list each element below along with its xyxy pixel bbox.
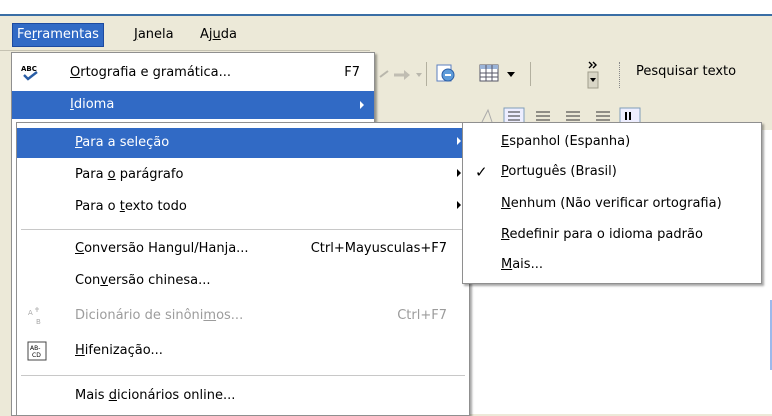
svg-text:B: B [36,318,41,326]
hyphenation-icon: AB- CD [27,341,47,361]
language-submenu: Para a seleção Para o parágrafo Para o t… [16,122,470,416]
menu-item-for-all-text[interactable]: Para o texto todo [17,192,469,222]
redo-arrow-icon[interactable] [378,64,424,84]
menu-item-portuguese-brazil[interactable]: ✓ Português (Brasil) [463,157,761,187]
table-dropdown-icon[interactable] [506,70,516,78]
spellcheck-icon: ABC [21,65,38,81]
menu-item-for-paragraph[interactable]: Para o parágrafo [17,160,469,190]
spelling-shortcut: F7 [344,65,360,80]
menu-item-spelling[interactable]: ABC Ortografia e gramática... F7 [12,59,374,87]
menu-item-hyphenation[interactable]: AB- CD Hifenização... [17,336,469,366]
menu-item-chinese-conversion[interactable]: Conversão chinesa... [17,266,469,296]
table-icon[interactable] [478,62,502,84]
submenu-arrow-icon [457,169,461,177]
menu-bar: Ferramentas Janela Ajuda [0,16,772,51]
menu-item-no-spellcheck[interactable]: Nenhum (Não verificar ortografia) [463,189,761,219]
submenu-arrow-icon [457,137,461,145]
menu-ferramentas[interactable]: Ferramentas [12,23,104,47]
thesaurus-shortcut: Ctrl+F7 [397,308,447,323]
svg-text:A: A [28,309,33,317]
toolbar-grip [619,62,623,88]
menu-item-thesaurus[interactable]: A B Dicionário de sinônimos... Ctrl+F7 [17,301,469,331]
menu-item-for-selection[interactable]: Para a seleção [17,128,469,158]
search-text-label: Pesquisar texto [636,64,737,79]
menu-item-idioma[interactable]: Idioma [12,91,374,119]
menu-item-reset-default[interactable]: Redefinir para o idioma padrão [463,220,761,250]
menu-ajuda[interactable]: Ajuda [196,24,241,46]
checkmark-icon: ✓ [475,163,488,181]
toolbar-separator [426,62,427,86]
menu-separator [21,375,465,376]
menu-janela[interactable]: Janela [130,24,178,46]
toolbar-separator [530,62,531,86]
more-controls-icon[interactable] [587,60,599,90]
navigator-icon[interactable] [434,62,458,84]
svg-text:ABC: ABC [21,65,37,73]
menu-item-more-dictionaries[interactable]: Mais dicionários online... [17,381,469,411]
svg-text:AB-: AB- [30,345,40,352]
hangul-shortcut: Ctrl+Mayusculas+F7 [310,241,447,256]
window-title-strip [0,0,772,17]
menu-item-hangul-hanja[interactable]: Conversão Hangul/Hanja... Ctrl+Mayuscula… [17,234,469,264]
menu-item-spanish[interactable]: Espanhol (Espanha) [463,127,761,157]
submenu-arrow-icon [457,201,461,209]
submenu-arrow-icon [360,101,364,109]
menu-separator [21,229,465,230]
selection-language-submenu: Espanhol (Espanha) ✓ Português (Brasil) … [462,122,762,284]
svg-text:CD: CD [32,352,41,359]
menu-item-more-languages[interactable]: Mais... [463,250,761,280]
thesaurus-icon: A B [28,307,41,326]
